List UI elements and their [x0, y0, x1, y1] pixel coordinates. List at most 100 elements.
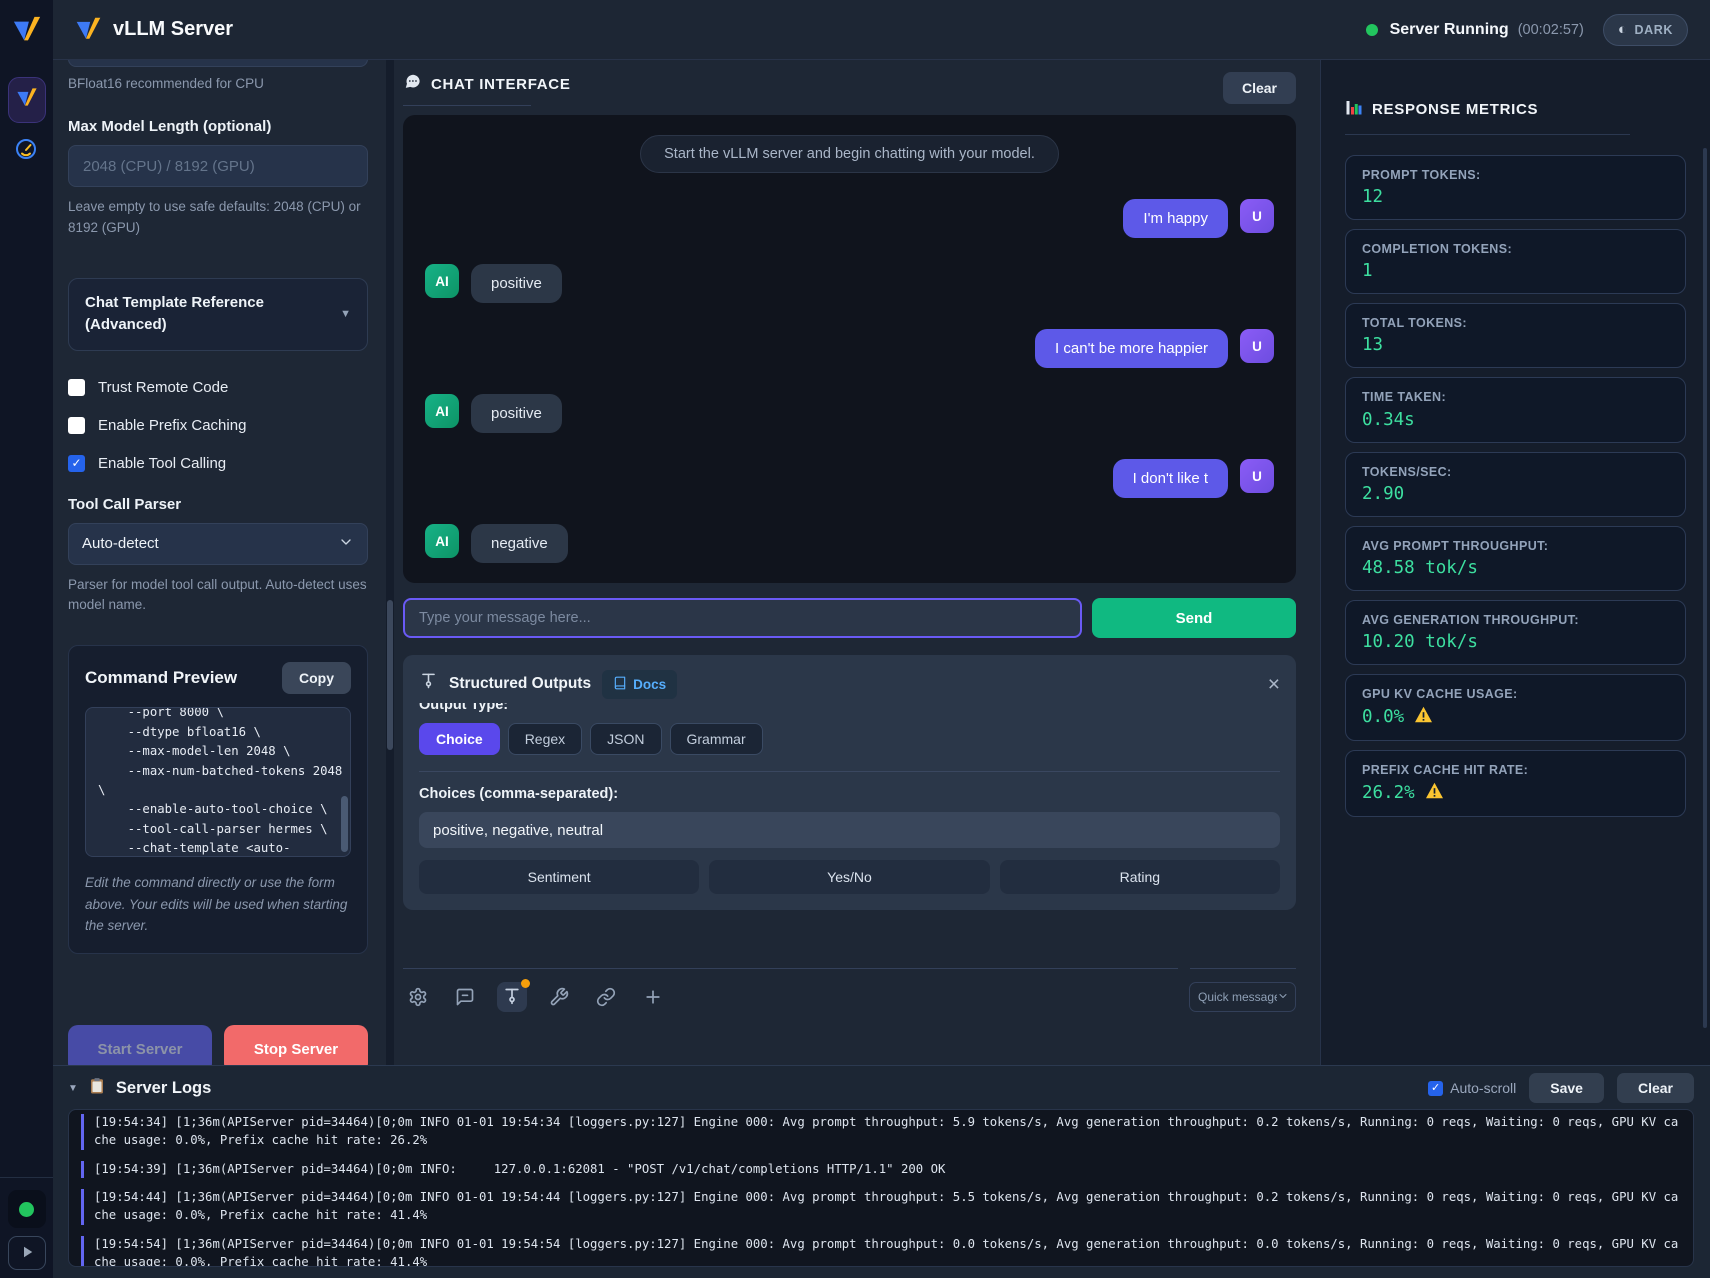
preset-yes-no-button[interactable]: Yes/No — [709, 860, 989, 894]
expand-panel-button[interactable] — [8, 1236, 46, 1270]
metric-label: TOKENS/SEC: — [1362, 463, 1669, 481]
clear-chat-button[interactable]: Clear — [1223, 72, 1296, 104]
metric-card-tokens-sec: TOKENS/SEC: 2.90 — [1345, 452, 1686, 517]
top-bar: vLLM Server Server Running (00:02:57) ◐ … — [53, 0, 1710, 60]
chat-template-reference-toggle[interactable]: Chat Template Reference (Advanced) ▼ — [68, 278, 368, 351]
max-model-length-help: Leave empty to use safe defaults: 2048 (… — [68, 197, 368, 238]
message-bubble: positive — [471, 264, 562, 303]
metric-card-avg-prompt-throughput: AVG PROMPT THROUGHPUT:48.58 tok/s — [1345, 526, 1686, 591]
output-type-grammar-button[interactable]: Grammar — [670, 723, 763, 755]
chat-title-divider — [403, 105, 531, 106]
output-type-row: ChoiceRegexJSON Grammar — [419, 723, 1280, 755]
command-preview-editor[interactable]: --port 8000 \ --dtype bfloat16 \ --max-m… — [85, 707, 351, 857]
chat-message-ai: AI positive — [425, 264, 1274, 303]
gauge-icon[interactable] — [14, 137, 40, 166]
send-button[interactable]: Send — [1092, 598, 1296, 638]
preset-sentiment-button[interactable]: Sentiment — [419, 860, 699, 894]
ai-avatar: AI — [425, 264, 459, 298]
collapse-caret-icon[interactable]: ▼ — [68, 1083, 78, 1094]
command-editor-scrollbar[interactable] — [341, 796, 348, 852]
close-icon[interactable]: × — [1268, 674, 1280, 695]
chat-message-input[interactable] — [403, 598, 1082, 638]
add-icon[interactable] — [638, 982, 668, 1012]
ai-avatar: AI — [425, 394, 459, 428]
system-message: Start the vLLM server and begin chatting… — [640, 135, 1059, 173]
structured-outputs-clamp-icon — [419, 672, 438, 696]
structured-outputs-toggle-icon[interactable] — [497, 982, 527, 1012]
docs-link[interactable]: Docs — [602, 670, 677, 699]
left-rail — [0, 0, 53, 1278]
choices-input[interactable] — [419, 812, 1280, 848]
settings-gear-icon[interactable] — [403, 982, 433, 1012]
max-model-length-label: Max Model Length (optional) — [68, 118, 368, 135]
unchecked-checkbox-icon[interactable] — [68, 379, 85, 396]
vllm-server-app: vLLM Server Server Running (00:02:57) ◐ … — [0, 0, 1710, 1278]
rail-item-vllm-server[interactable] — [8, 77, 46, 123]
response-metrics-panel: RESPONSE METRICS PROMPT TOKENS:12COMPLET… — [1320, 60, 1710, 1065]
output-type-json-button[interactable]: JSON — [590, 723, 661, 755]
output-type-regex-button[interactable]: Regex — [508, 723, 582, 755]
output-type-choice-button[interactable]: Choice — [419, 723, 500, 755]
message-square-icon[interactable] — [450, 982, 480, 1012]
metrics-list: PROMPT TOKENS:12COMPLETION TOKENS:1TOTAL… — [1345, 155, 1686, 817]
quick-messages-select[interactable]: Quick messages... — [1189, 982, 1296, 1012]
preset-rating-button[interactable]: Rating — [1000, 860, 1280, 894]
unchecked-checkbox-icon[interactable] — [68, 417, 85, 434]
tool-call-parser-select[interactable]: Auto-detect — [68, 523, 368, 565]
chat-message-user: I don't like tU — [425, 459, 1274, 498]
copy-command-button[interactable]: Copy — [282, 662, 351, 694]
save-logs-button[interactable]: Save — [1529, 1073, 1604, 1103]
log-entry: [19:54:34] [1;36m(APIServer pid=34464)[0… — [81, 1114, 1681, 1150]
metric-label: AVG GENERATION THROUGHPUT: — [1362, 611, 1669, 629]
checked-checkbox-icon[interactable]: ✓ — [68, 455, 85, 472]
log-entries[interactable]: [19:54:34] [1;36m(APIServer pid=34464)[0… — [68, 1109, 1694, 1267]
chevron-down-icon — [338, 534, 354, 554]
metric-card-total-tokens: TOTAL TOKENS:13 — [1345, 303, 1686, 368]
tool-call-parser-label: Tool Call Parser — [68, 496, 368, 513]
header-status-area: Server Running (00:02:57) ◐ DARK — [1366, 14, 1688, 46]
message-bubble: I'm happy — [1123, 199, 1228, 238]
bar-chart-icon — [1345, 98, 1363, 121]
ai-avatar: AI — [425, 524, 459, 558]
metric-card-completion-tokens: COMPLETION TOKENS:1 — [1345, 229, 1686, 294]
link-icon[interactable] — [591, 982, 621, 1012]
metrics-scrollbar[interactable] — [1703, 148, 1707, 1028]
sidebar-scrollbar-thumb[interactable] — [387, 600, 393, 750]
sidebar-scrollbar[interactable] — [386, 60, 394, 1065]
metric-label: PROMPT TOKENS: — [1362, 166, 1669, 184]
dtype-select-partial[interactable] — [68, 60, 368, 67]
chat-message-ai: AInegative — [425, 524, 1274, 563]
autoscroll-checkbox[interactable]: ✓ — [1428, 1081, 1443, 1096]
structured-outputs-title: Structured Outputs — [449, 675, 591, 693]
checkbox-trust-remote-code[interactable]: Trust Remote Code — [68, 379, 368, 396]
chat-template-reference-label: Chat Template Reference (Advanced) — [85, 292, 330, 337]
server-status-label: Server Running — [1390, 21, 1509, 39]
user-avatar: U — [1240, 329, 1274, 363]
metric-card-prefix-cache-hit-rate: PREFIX CACHE HIT RATE:26.2% — [1345, 750, 1686, 817]
autoscroll-toggle[interactable]: ✓ — [1428, 1081, 1443, 1096]
running-status-dot-icon — [1366, 24, 1378, 36]
checkbox-enable-tool-calling[interactable]: ✓Enable Tool Calling — [68, 455, 368, 472]
theme-toggle-button[interactable]: ◐ DARK — [1603, 14, 1688, 46]
theme-half-circle-icon: ◐ — [1618, 21, 1628, 38]
wrench-icon[interactable] — [544, 982, 574, 1012]
chat-message-user: I'm happyU — [425, 199, 1274, 238]
start-server-button[interactable]: Start Server — [68, 1025, 212, 1065]
chat-bubble-icon — [403, 72, 422, 96]
metric-value: 13 — [1362, 335, 1669, 355]
server-logs-header: ▼ Server Logs ✓ Auto-scroll Save Clear — [68, 1072, 1694, 1104]
clear-logs-button[interactable]: Clear — [1617, 1073, 1694, 1103]
stop-server-button[interactable]: Stop Server — [224, 1025, 368, 1065]
metric-card-time-taken: TIME TAKEN: 0.34s — [1345, 377, 1686, 442]
uptime-timer: (00:02:57) — [1518, 22, 1584, 38]
metric-value: 2.90 — [1362, 484, 1669, 504]
metric-value: 0.0% — [1362, 706, 1669, 728]
output-type-label: Output Type: — [419, 703, 1280, 713]
command-preview-card: Command Preview Copy --port 8000 \ --dty… — [68, 645, 368, 954]
metric-label: TIME TAKEN: — [1362, 388, 1669, 406]
metric-value: 0.34s — [1362, 410, 1669, 430]
server-logs-title: Server Logs — [116, 1079, 211, 1098]
chevron-down-icon — [1277, 990, 1287, 1005]
checkbox-enable-prefix-caching[interactable]: Enable Prefix Caching — [68, 417, 368, 434]
max-model-length-input[interactable] — [68, 145, 368, 187]
